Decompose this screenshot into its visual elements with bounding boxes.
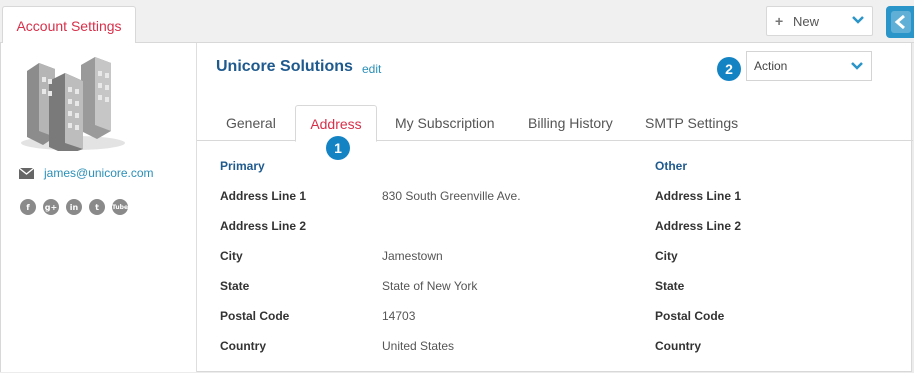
postal-code-label: Postal Code [220,309,290,323]
other-address-line-2-label: Address Line 2 [655,219,742,233]
youtube-icon[interactable]: Tube [112,199,128,215]
email-row: james@unicore.com [19,166,154,180]
address-line-2-label: Address Line 2 [220,219,307,233]
chevron-down-icon [852,16,864,24]
city-value: Jamestown [382,249,443,263]
company-logo [21,57,125,151]
step-badge-2: 2 [717,57,741,81]
tab-billing-history[interactable]: Billing History [528,115,613,131]
other-state-label: State [655,279,685,293]
action-select-value: Action [754,59,788,73]
twitter-icon[interactable]: t [89,199,105,215]
app-frame: Account Settings + New james@unicore.com… [0,0,914,373]
top-toolbar: Account Settings + New [0,0,914,44]
new-button-label: New [793,13,820,29]
facebook-icon[interactable]: f [20,199,36,215]
city-label: City [220,249,243,263]
tab-smtp-settings[interactable]: SMTP Settings [645,115,738,131]
other-postal-code-label: Postal Code [655,309,725,323]
main-panel: james@unicore.com f g+ in t Tube Unicore… [0,43,913,372]
country-label: Country [220,339,266,353]
tab-account-settings[interactable]: Account Settings [2,6,136,44]
company-name: Unicore Solutions [216,58,353,75]
new-button[interactable]: + New [766,6,873,36]
google-plus-icon[interactable]: g+ [43,199,59,215]
state-label: State [220,279,250,293]
tab-my-subscription[interactable]: My Subscription [395,115,495,131]
other-country-label: Country [655,339,701,353]
social-links: f g+ in t Tube [20,199,128,215]
collapse-panel-button[interactable] [886,6,914,38]
action-select[interactable]: Action [746,51,872,81]
chevron-down-icon [851,62,863,70]
step-badge-1: 1 [326,136,350,160]
address-line-1-value: 830 South Greenville Ave. [382,189,521,203]
chevron-left-icon [891,11,911,33]
email-link[interactable]: james@unicore.com [44,166,154,180]
state-value: State of New York [382,279,478,293]
envelope-icon [19,167,34,179]
tab-general[interactable]: General [226,115,276,131]
primary-section-title: Primary [220,159,265,173]
address-line-1-label: Address Line 1 [220,189,307,203]
settings-tabs: General Address My Subscription Billing … [197,105,913,142]
other-address-line-1-label: Address Line 1 [655,189,742,203]
profile-sidebar: james@unicore.com f g+ in t Tube [1,43,197,372]
country-value: United States [382,339,455,353]
plus-icon: + [775,13,784,29]
other-city-label: City [655,249,678,263]
postal-code-value: 14703 [382,309,416,323]
edit-link[interactable]: edit [362,62,381,76]
linkedin-icon[interactable]: in [66,199,82,215]
other-section-title: Other [655,159,688,173]
